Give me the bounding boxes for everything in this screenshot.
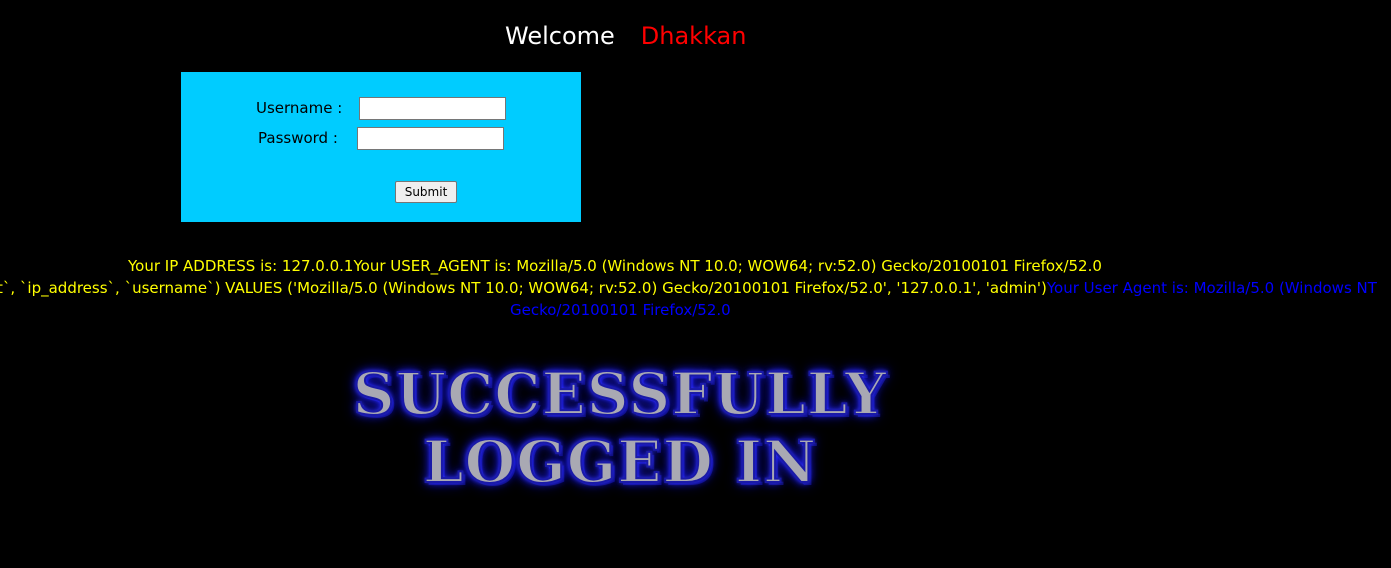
user-name: Dhakkan bbox=[640, 22, 747, 50]
success-banner: SUCCESSFULLY LOGGED IN bbox=[320, 359, 920, 497]
welcome-text: Welcome bbox=[505, 22, 615, 50]
submit-button[interactable]: Submit bbox=[395, 181, 457, 203]
login-form: Username : Password : Submit bbox=[181, 72, 581, 222]
welcome-header: Welcome Dhakkan bbox=[505, 20, 746, 52]
page: Welcome Dhakkan Username : Password : Sub… bbox=[0, 0, 1391, 568]
password-label: Password : bbox=[258, 129, 338, 147]
success-banner-line1: SUCCESSFULLY bbox=[352, 359, 888, 429]
username-label: Username : bbox=[256, 99, 343, 117]
password-input[interactable] bbox=[357, 127, 504, 150]
user-agent-continued: Gecko/20100101 Firefox/52.0 bbox=[510, 301, 731, 319]
sql-query-line: t`, `ip_address`, `username`) VALUES ('M… bbox=[0, 278, 1377, 298]
ip-useragent-info: Your IP ADDRESS is: 127.0.0.1Your USER_A… bbox=[128, 257, 1102, 275]
user-agent-text: Your User Agent is: Mozilla/5.0 (Windows… bbox=[1046, 279, 1377, 297]
success-banner-line2: LOGGED IN bbox=[422, 427, 818, 497]
username-input[interactable] bbox=[359, 97, 506, 120]
sql-insert-text: t`, `ip_address`, `username`) VALUES ('M… bbox=[0, 279, 1047, 297]
